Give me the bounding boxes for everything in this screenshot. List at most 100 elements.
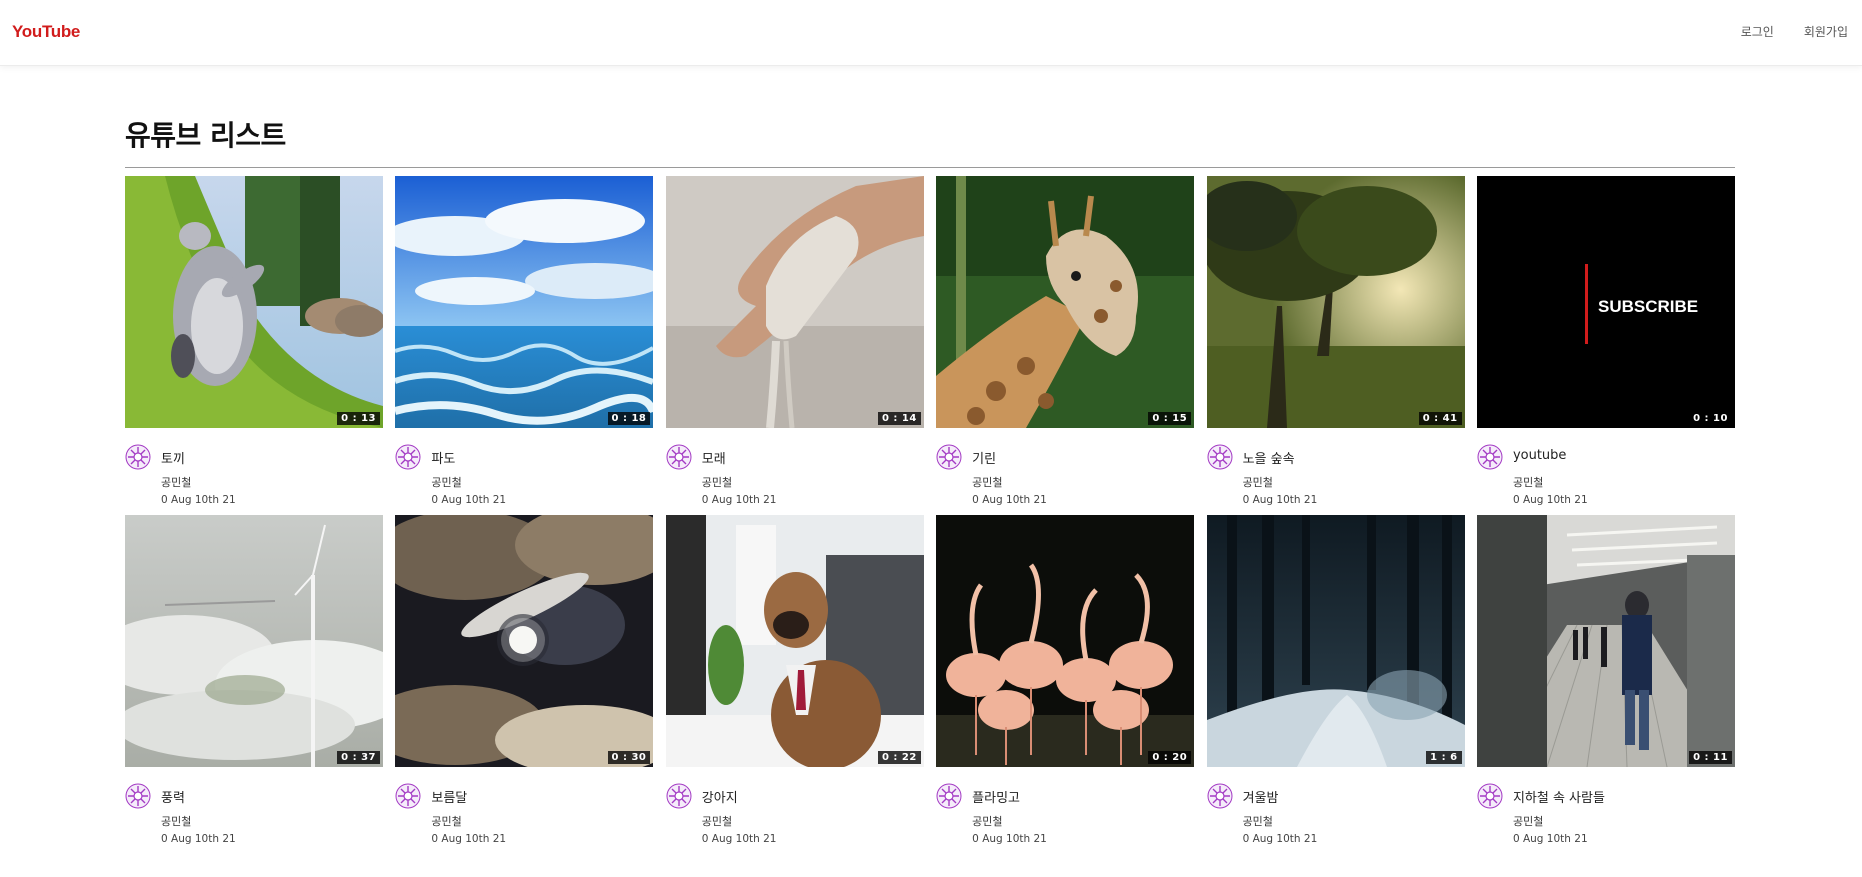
video-thumbnail[interactable]: 0 : 14 xyxy=(665,176,924,428)
channel-avatar-icon[interactable] xyxy=(1207,444,1233,470)
video-card[interactable]: 0 : 22 강아지 공민철 0 Aug 10th 21 xyxy=(665,515,924,854)
video-card[interactable]: 0 : 15 기린 공민철 0 Aug 10th 21 xyxy=(936,176,1195,515)
video-meta: 노을 숲속 공민철 0 Aug 10th 21 xyxy=(1207,428,1465,515)
wind-thumbnail-image xyxy=(125,515,383,767)
video-title[interactable]: 겨울밤 xyxy=(1243,787,1279,806)
auth-links: 로그인 회원가입 xyxy=(1741,23,1848,40)
video-meta: 기린 공민철 0 Aug 10th 21 xyxy=(936,428,1194,515)
video-card[interactable]: 0 : 20 플라밍고 공민철 0 Aug 10th 21 xyxy=(936,515,1195,854)
channel-name[interactable]: 공민철 xyxy=(431,474,461,490)
video-title[interactable]: 강아지 xyxy=(702,787,738,806)
duration-badge: 0 : 11 xyxy=(1689,751,1732,764)
winter-thumbnail-image xyxy=(1206,515,1465,767)
video-title[interactable]: 토끼 xyxy=(161,448,185,467)
video-title[interactable]: 보름달 xyxy=(431,787,467,806)
upload-date: 0 Aug 10th 21 xyxy=(1512,833,1588,845)
video-thumbnail[interactable]: 0 : 11 xyxy=(1476,515,1735,767)
channel-name[interactable]: 공민철 xyxy=(702,813,732,829)
video-card[interactable]: 0 : 11 지하철 속 사람들 공민철 0 Aug 10th 21 xyxy=(1476,515,1735,854)
bunny-thumbnail-image xyxy=(125,176,383,428)
upload-date: 0 Aug 10th 21 xyxy=(972,833,1047,845)
upload-date: 0 Aug 10th 21 xyxy=(1512,494,1588,506)
channel-name[interactable]: 공민철 xyxy=(161,474,191,490)
video-card[interactable]: 0 : 18 파도 공민철 0 Aug 10th 21 xyxy=(395,176,654,515)
duration-badge: 0 : 22 xyxy=(877,751,921,764)
video-title[interactable]: 기린 xyxy=(972,448,996,467)
duration-badge: 1 : 6 xyxy=(1426,751,1462,764)
upload-date: 0 Aug 10th 21 xyxy=(431,494,507,506)
dog-thumbnail-image xyxy=(665,515,924,767)
waves-thumbnail-image xyxy=(395,176,654,428)
title-divider xyxy=(125,167,1735,168)
video-thumbnail[interactable]: 0 : 41 xyxy=(1206,176,1465,428)
channel-name[interactable]: 공민철 xyxy=(161,813,191,829)
channel-name[interactable]: 공민철 xyxy=(431,813,461,829)
video-title[interactable]: 지하철 속 사람들 xyxy=(1513,787,1605,806)
sand-thumbnail-image xyxy=(665,176,924,428)
video-card[interactable]: 0 : 13 토끼 공민철 0 Aug 10th 21 xyxy=(125,176,383,515)
channel-avatar-icon[interactable] xyxy=(1207,783,1233,809)
video-title[interactable]: 노을 숲속 xyxy=(1243,448,1295,467)
upload-date: 0 Aug 10th 21 xyxy=(1242,833,1318,845)
channel-avatar-icon[interactable] xyxy=(936,444,962,470)
video-thumbnail[interactable]: 0 : 13 xyxy=(125,176,383,428)
video-thumbnail[interactable]: 0 : 37 xyxy=(125,515,383,767)
video-title[interactable]: 모래 xyxy=(702,448,726,467)
video-thumbnail[interactable]: 0 : 30 xyxy=(395,515,654,767)
channel-avatar-icon[interactable] xyxy=(1477,783,1503,809)
video-thumbnail[interactable]: 0 : 20 xyxy=(936,515,1195,767)
moon-thumbnail-image xyxy=(395,515,654,767)
giraffe-thumbnail-image xyxy=(936,176,1195,428)
video-card[interactable]: 0 : 41 노을 숲속 공민철 0 Aug 10th 21 xyxy=(1206,176,1465,515)
video-thumbnail[interactable]: SUBSCRIBE 0 : 10 xyxy=(1476,176,1735,428)
channel-avatar-icon[interactable] xyxy=(395,783,421,809)
video-card[interactable]: 1 : 6 겨울밤 공민철 0 Aug 10th 21 xyxy=(1206,515,1465,854)
login-link[interactable]: 로그인 xyxy=(1741,23,1774,40)
duration-badge: 0 : 30 xyxy=(607,751,651,764)
video-thumbnail[interactable]: 0 : 15 xyxy=(936,176,1195,428)
video-meta: 풍력 공민철 0 Aug 10th 21 xyxy=(125,767,383,854)
forest-thumbnail-image xyxy=(1206,176,1465,428)
channel-avatar-icon[interactable] xyxy=(666,783,692,809)
channel-name[interactable]: 공민철 xyxy=(972,474,1002,490)
video-card[interactable]: 0 : 37 풍력 공민철 0 Aug 10th 21 xyxy=(125,515,383,854)
video-thumbnail[interactable]: 0 : 22 xyxy=(665,515,924,767)
channel-name[interactable]: 공민철 xyxy=(1513,474,1543,490)
channel-name[interactable]: 공민철 xyxy=(1243,474,1273,490)
channel-name[interactable]: 공민철 xyxy=(1513,813,1543,829)
video-card[interactable]: 0 : 14 모래 공민철 0 Aug 10th 21 xyxy=(665,176,924,515)
video-grid: 0 : 13 토끼 공민철 0 Aug 10th 21 0: 18 파도 공민… xyxy=(125,176,1735,854)
subway-thumbnail-image xyxy=(1476,515,1735,767)
video-meta: youtube 공민철 0 Aug 10th 21 xyxy=(1477,428,1735,515)
channel-avatar-icon[interactable] xyxy=(666,444,692,470)
video-title[interactable]: 풍력 xyxy=(161,787,185,806)
video-title[interactable]: youtube xyxy=(1513,448,1566,463)
duration-badge: 0 : 20 xyxy=(1148,751,1192,764)
channel-avatar-icon[interactable] xyxy=(125,444,151,470)
subscribe-text: SUBSCRIBE xyxy=(1598,297,1698,316)
video-card[interactable]: 0 : 30 보름달 공민철 0 Aug 10th 21 xyxy=(395,515,654,854)
video-meta: 토끼 공민철 0 Aug 10th 21 xyxy=(125,428,383,515)
top-navigation-bar: YouTube 로그인 회원가입 xyxy=(0,0,1862,66)
channel-avatar-icon[interactable] xyxy=(395,444,421,470)
video-title[interactable]: 플라밍고 xyxy=(972,787,1020,806)
upload-date: 0 Aug 10th 21 xyxy=(701,833,777,845)
video-thumbnail[interactable]: 1 : 6 xyxy=(1206,515,1465,767)
page-title: 유튜브 리스트 xyxy=(125,119,286,152)
upload-date: 0 Aug 10th 21 xyxy=(431,833,507,845)
signup-link[interactable]: 회원가입 xyxy=(1804,23,1848,40)
video-card[interactable]: SUBSCRIBE 0 : 10 youtube 공민철 0 Aug 10th … xyxy=(1476,176,1735,515)
upload-date: 0 Aug 10th 21 xyxy=(161,494,236,506)
channel-avatar-icon[interactable] xyxy=(936,783,962,809)
upload-date: 0 Aug 10th 21 xyxy=(1242,494,1318,506)
video-meta: 강아지 공민철 0 Aug 10th 21 xyxy=(666,767,924,854)
channel-name[interactable]: 공민철 xyxy=(1243,813,1273,829)
channel-name[interactable]: 공민철 xyxy=(702,474,732,490)
video-thumbnail[interactable]: 0 : 18 xyxy=(395,176,654,428)
channel-avatar-icon[interactable] xyxy=(125,783,151,809)
youtube-logo[interactable]: YouTube xyxy=(12,22,80,42)
channel-avatar-icon[interactable] xyxy=(1477,444,1503,470)
channel-name[interactable]: 공민철 xyxy=(972,813,1002,829)
video-title[interactable]: 파도 xyxy=(431,448,455,467)
video-meta: 파도 공민철 0 Aug 10th 21 xyxy=(395,428,653,515)
